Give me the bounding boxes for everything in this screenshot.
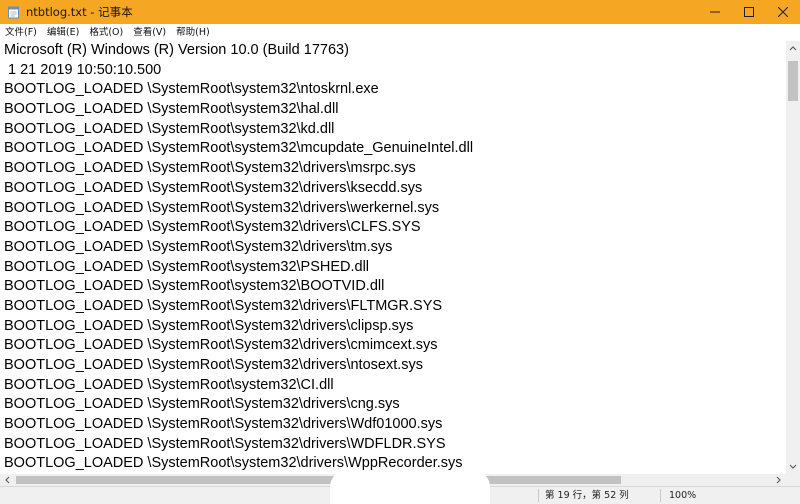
text-line[interactable]: BOOTLOG_LOADED \SystemRoot\System32\driv… — [0, 297, 786, 317]
chevron-right-icon — [776, 476, 781, 484]
status-divider — [538, 489, 539, 502]
cursor-position: 第 19 行，第 52 列 — [545, 490, 629, 501]
text-line[interactable]: BOOTLOG_LOADED \SystemRoot\System32\driv… — [0, 395, 786, 415]
scroll-up-button[interactable] — [786, 41, 800, 55]
scroll-left-button[interactable] — [0, 474, 14, 486]
text-line[interactable]: BOOTLOG_LOADED \SystemRoot\System32\driv… — [0, 415, 786, 435]
text-line[interactable]: BOOTLOG_LOADED \SystemRoot\System32\driv… — [0, 238, 786, 258]
text-line[interactable]: BOOTLOG_LOADED \SystemRoot\System32\driv… — [0, 179, 786, 199]
text-line[interactable]: BOOTLOG_LOADED \SystemRoot\system32\hal.… — [0, 100, 786, 120]
menu-edit[interactable]: 编辑(E) — [42, 24, 84, 41]
maximize-icon — [744, 7, 754, 17]
vertical-scroll-thumb[interactable] — [788, 61, 798, 101]
maximize-button[interactable] — [732, 0, 766, 24]
window-title: ntbtlog.txt - 记事本 — [26, 5, 133, 19]
white-overlay — [330, 470, 490, 504]
text-line[interactable]: BOOTLOG_LOADED \SystemRoot\system32\mcup… — [0, 139, 786, 159]
menu-help[interactable]: 帮助(H) — [171, 24, 215, 41]
text-line[interactable]: 1 21 2019 10:50:10.500 — [0, 61, 786, 81]
vertical-scrollbar[interactable] — [786, 41, 800, 474]
text-line[interactable]: BOOTLOG_LOADED \SystemRoot\system32\CI.d… — [0, 376, 786, 396]
menu-bar: 文件(F) 编辑(E) 格式(O) 查看(V) 帮助(H) — [0, 24, 800, 42]
text-line[interactable]: BOOTLOG_LOADED \SystemRoot\system32\ntos… — [0, 80, 786, 100]
scroll-right-button[interactable] — [772, 474, 786, 486]
status-divider — [660, 489, 661, 502]
zoom-level: 100% — [669, 490, 697, 501]
menu-view[interactable]: 查看(V) — [128, 24, 171, 41]
text-line[interactable]: BOOTLOG_LOADED \SystemRoot\System32\driv… — [0, 159, 786, 179]
menu-file[interactable]: 文件(F) — [0, 24, 42, 41]
chevron-down-icon — [789, 464, 797, 469]
scrollbar-corner — [786, 474, 800, 486]
text-editor[interactable]: Microsoft (R) Windows (R) Version 10.0 (… — [0, 41, 786, 474]
minimize-button[interactable] — [698, 0, 732, 24]
text-line[interactable]: BOOTLOG_LOADED \SystemRoot\System32\driv… — [0, 199, 786, 219]
horizontal-scroll-thumb[interactable] — [16, 476, 621, 484]
scroll-down-button[interactable] — [786, 460, 800, 474]
text-line[interactable]: BOOTLOG_LOADED \SystemRoot\system32\PSHE… — [0, 258, 786, 278]
text-line[interactable]: BOOTLOG_LOADED \SystemRoot\system32\BOOT… — [0, 277, 786, 297]
window-controls — [698, 0, 800, 24]
menu-format[interactable]: 格式(O) — [84, 24, 128, 41]
chevron-left-icon — [5, 476, 10, 484]
text-line[interactable]: BOOTLOG_LOADED \SystemRoot\System32\driv… — [0, 336, 786, 356]
close-icon — [778, 7, 788, 17]
title-bar[interactable]: ntbtlog.txt - 记事本 — [0, 0, 800, 24]
minimize-icon — [710, 11, 720, 13]
text-line[interactable]: BOOTLOG_LOADED \SystemRoot\system32\kd.d… — [0, 120, 786, 140]
text-line[interactable]: BOOTLOG_LOADED \SystemRoot\System32\driv… — [0, 356, 786, 376]
text-line[interactable]: BOOTLOG_LOADED \SystemRoot\System32\driv… — [0, 317, 786, 337]
close-button[interactable] — [766, 0, 800, 24]
text-line[interactable]: BOOTLOG_LOADED \SystemRoot\System32\driv… — [0, 218, 786, 238]
chevron-up-icon — [789, 46, 797, 51]
notepad-icon[interactable] — [6, 5, 20, 19]
text-line[interactable]: BOOTLOG_LOADED \SystemRoot\System32\driv… — [0, 435, 786, 455]
text-line[interactable]: Microsoft (R) Windows (R) Version 10.0 (… — [0, 41, 786, 61]
